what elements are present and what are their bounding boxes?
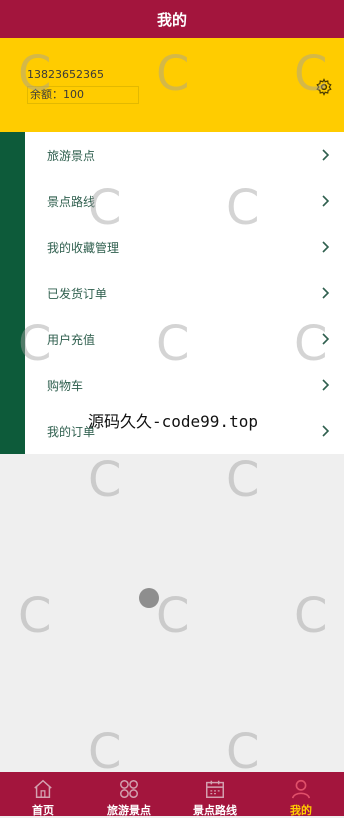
menu-item-recharge[interactable]: 用户充值 (25, 316, 344, 362)
menu-list: 旅游景点 景点路线 我的收藏管理 已发货订单 用户充值 购物车 我的订单 (0, 132, 344, 454)
tab-home[interactable]: 首页 (0, 772, 86, 817)
bottom-tab-bar: 首页 旅游景点 景点路线 我的 (0, 772, 344, 817)
phone-number: 13823652365 (27, 68, 104, 81)
profile-card: 13823652365 余额：100 (0, 38, 344, 132)
menu-item-favorites[interactable]: 我的收藏管理 (25, 224, 344, 270)
floating-dot[interactable] (139, 588, 159, 608)
menu-accent-bar (0, 132, 25, 454)
menu-item-label: 旅游景点 (47, 148, 96, 163)
balance-label: 余额： (30, 88, 63, 101)
balance-value: 100 (63, 88, 84, 101)
chevron-right-icon (322, 241, 330, 253)
menu-item-shipped-orders[interactable]: 已发货订单 (25, 270, 344, 316)
menu-item-label: 我的收藏管理 (47, 240, 120, 255)
watermark-glyph: C (294, 588, 328, 644)
watermark-glyph: C (18, 588, 52, 644)
gear-icon[interactable] (315, 78, 333, 96)
menu-item-cart[interactable]: 购物车 (25, 362, 344, 408)
chevron-right-icon (322, 379, 330, 391)
watermark-glyph: C (156, 588, 190, 644)
tab-mine[interactable]: 我的 (258, 772, 344, 817)
menu-item-label: 购物车 (47, 378, 84, 393)
header: 我的 (0, 0, 344, 38)
home-icon (34, 779, 52, 798)
watermark-glyph: C (226, 452, 260, 508)
chevron-right-icon (322, 333, 330, 345)
menu-item-scenic-spots[interactable]: 旅游景点 (25, 132, 344, 178)
tab-routes[interactable]: 景点路线 (172, 772, 258, 817)
site-watermark: 源码久久-code99.top (88, 412, 258, 431)
balance-box: 余额：100 (27, 86, 139, 104)
chevron-right-icon (322, 195, 330, 207)
grid-icon (120, 780, 138, 798)
chevron-right-icon (322, 287, 330, 299)
page-title: 我的 (156, 10, 187, 29)
tab-scenic-spots[interactable]: 旅游景点 (86, 772, 172, 817)
menu-item-routes[interactable]: 景点路线 (25, 178, 344, 224)
user-icon (291, 779, 311, 799)
chevron-right-icon (322, 149, 330, 161)
menu-item-label: 已发货订单 (47, 286, 108, 301)
menu-item-label: 景点路线 (47, 194, 96, 209)
menu-item-label: 用户充值 (47, 332, 96, 347)
calendar-icon (206, 780, 224, 798)
chevron-right-icon (322, 425, 330, 437)
watermark-glyph: C (88, 452, 122, 508)
